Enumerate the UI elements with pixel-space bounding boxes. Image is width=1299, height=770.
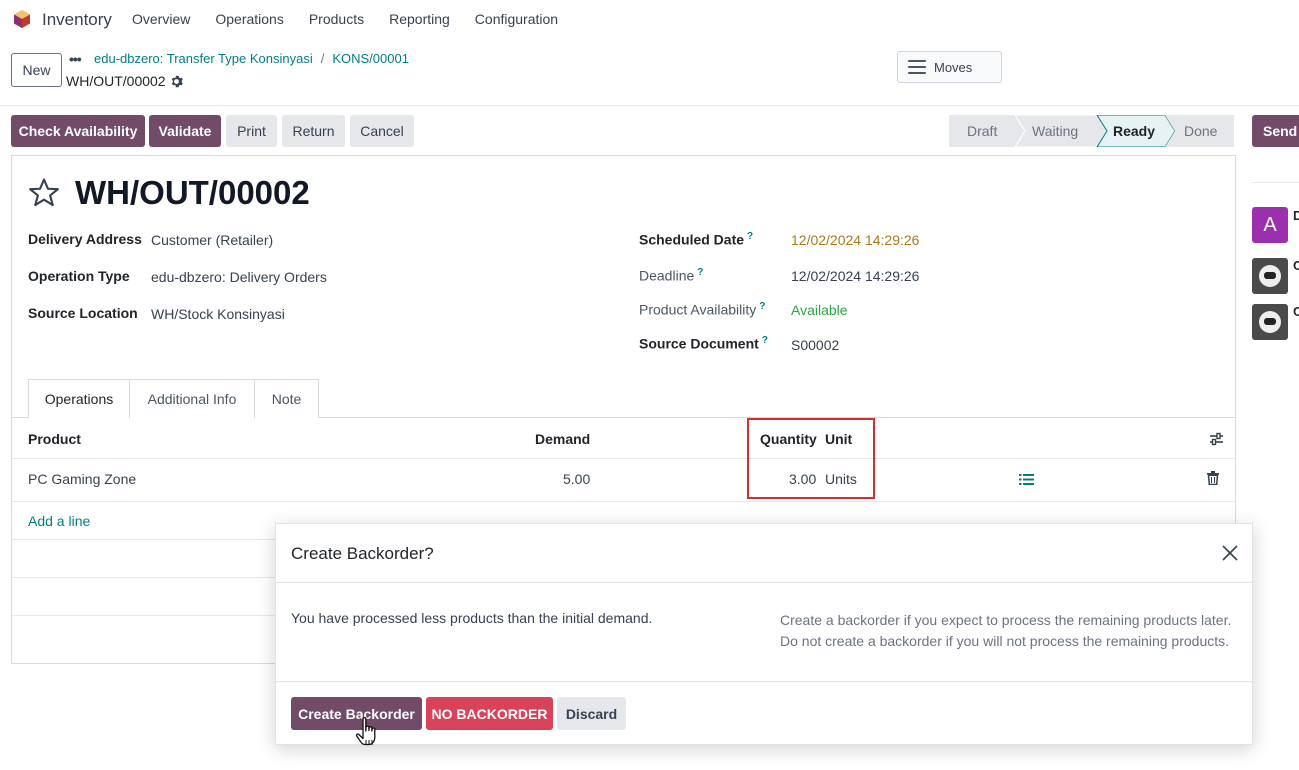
operation-type-value[interactable]: edu-dbzero: Delivery Orders	[151, 269, 327, 285]
avatar[interactable]: A	[1252, 207, 1288, 243]
dialog-note-line1: Create a backorder if you expect to proc…	[780, 612, 1232, 628]
scheduled-date-value[interactable]: 12/02/2024 14:29:26	[791, 232, 919, 248]
source-document-label-text: Source Document	[639, 335, 759, 352]
no-backorder-button[interactable]: NO BACKORDER	[426, 697, 553, 730]
chatter-divider	[1252, 182, 1299, 183]
table-header-divider	[12, 458, 1235, 459]
moves-label: Moves	[934, 59, 973, 75]
add-line-link[interactable]: Add a line	[28, 513, 90, 529]
record-name: WH/OUT/00002	[66, 73, 183, 89]
app-name[interactable]: Inventory	[42, 10, 112, 30]
gear-icon[interactable]	[170, 75, 183, 88]
source-document-value[interactable]: S00002	[791, 337, 839, 353]
chatter-author: C	[1293, 304, 1299, 319]
help-icon[interactable]: ?	[759, 301, 765, 312]
stage-draft[interactable]: Draft	[967, 123, 997, 139]
hand-cursor-icon	[355, 716, 376, 746]
bot-avatar[interactable]	[1252, 304, 1288, 340]
row-demand[interactable]: 5.00	[563, 471, 590, 487]
deadline-label-text: Deadline	[639, 267, 695, 284]
return-button[interactable]: Return	[282, 115, 345, 147]
delivery-address-value[interactable]: Customer (Retailer)	[151, 232, 273, 248]
chatter-author: D	[1293, 208, 1299, 223]
source-location-value[interactable]: WH/Stock Konsinyasi	[151, 306, 285, 322]
source-location-label: Source Location	[28, 305, 138, 321]
chatter-author: C	[1293, 258, 1299, 273]
dialog-note: Create a backorder if you expect to proc…	[780, 610, 1231, 652]
help-icon[interactable]: ?	[697, 267, 703, 278]
dialog-header-divider	[276, 582, 1252, 583]
dialog-footer-divider	[276, 681, 1252, 682]
main-menu: Overview Operations Products Reporting C…	[132, 11, 583, 27]
inventory-app-icon[interactable]	[12, 9, 32, 29]
check-availability-button[interactable]: Check Availability	[11, 115, 145, 147]
validate-button[interactable]: Validate	[149, 115, 221, 147]
tab-note[interactable]: Note	[254, 379, 319, 418]
menu-products[interactable]: Products	[309, 11, 364, 27]
top-navbar: Inventory Overview Operations Products R…	[0, 0, 1299, 39]
record-title: WH/OUT/00002	[75, 174, 310, 211]
new-button[interactable]: New	[11, 53, 62, 87]
bot-icon	[1259, 265, 1281, 287]
breadcrumb-transfer-type[interactable]: edu-dbzero: Transfer Type Konsinyasi	[94, 51, 313, 66]
tab-additional-info[interactable]: Additional Info	[129, 379, 255, 418]
bot-avatar[interactable]	[1252, 258, 1288, 294]
row-product[interactable]: PC Gaming Zone	[28, 471, 136, 487]
send-message-button[interactable]: Send	[1252, 115, 1299, 147]
menu-reporting[interactable]: Reporting	[389, 11, 450, 27]
close-icon[interactable]	[1220, 543, 1240, 563]
record-name-text: WH/OUT/00002	[66, 73, 166, 89]
moves-smart-button[interactable]: Moves	[897, 51, 1002, 83]
operation-type-label: Operation Type	[28, 268, 130, 284]
quantity-highlight-box	[747, 418, 875, 499]
product-availability-label: Product Availability?	[639, 301, 765, 318]
list-icon	[908, 60, 926, 74]
stage-ready[interactable]: Ready	[1113, 123, 1155, 139]
product-availability-value: Available	[791, 302, 848, 318]
dialog-note-line2: Do not create a backorder if you will no…	[780, 633, 1230, 649]
deadline-value[interactable]: 12/02/2024 14:29:26	[791, 268, 919, 284]
delivery-address-label: Delivery Address	[28, 231, 142, 247]
trash-icon[interactable]	[1207, 471, 1219, 485]
optional-columns-icon[interactable]	[1209, 432, 1224, 446]
deadline-label: Deadline?	[639, 267, 703, 284]
scheduled-date-label: Scheduled Date?	[639, 231, 753, 248]
breadcrumb-kons[interactable]: KONS/00001	[332, 51, 409, 66]
stage-done[interactable]: Done	[1184, 123, 1217, 139]
scheduled-date-label-text: Scheduled Date	[639, 231, 745, 248]
control-panel-divider	[0, 105, 1299, 106]
bot-icon	[1259, 311, 1281, 333]
menu-configuration[interactable]: Configuration	[475, 11, 558, 27]
star-icon[interactable]	[27, 176, 61, 210]
help-icon[interactable]: ?	[747, 231, 753, 242]
table-row-divider	[12, 501, 1235, 502]
tab-operations[interactable]: Operations	[28, 379, 130, 418]
help-icon[interactable]: ?	[762, 335, 768, 346]
product-availability-label-text: Product Availability	[639, 301, 757, 318]
backorder-dialog: Create Backorder? You have processed les…	[275, 523, 1253, 745]
stage-waiting[interactable]: Waiting	[1032, 123, 1078, 139]
column-demand[interactable]: Demand	[535, 431, 590, 447]
breadcrumb: edu-dbzero: Transfer Type Konsinyasi / K…	[94, 51, 409, 66]
cancel-button[interactable]: Cancel	[350, 115, 414, 147]
dialog-title: Create Backorder?	[291, 544, 434, 563]
menu-operations[interactable]: Operations	[215, 11, 283, 27]
discard-button[interactable]: Discard	[557, 697, 626, 730]
dialog-message: You have processed less products than th…	[291, 610, 653, 626]
breadcrumb-separator: /	[320, 51, 325, 66]
menu-overview[interactable]: Overview	[132, 11, 190, 27]
column-product[interactable]: Product	[28, 431, 81, 447]
detailed-operations-icon[interactable]	[1019, 473, 1034, 486]
print-button[interactable]: Print	[226, 115, 277, 147]
source-document-label: Source Document?	[639, 335, 768, 352]
breadcrumb-more-button[interactable]: •••	[69, 51, 82, 67]
